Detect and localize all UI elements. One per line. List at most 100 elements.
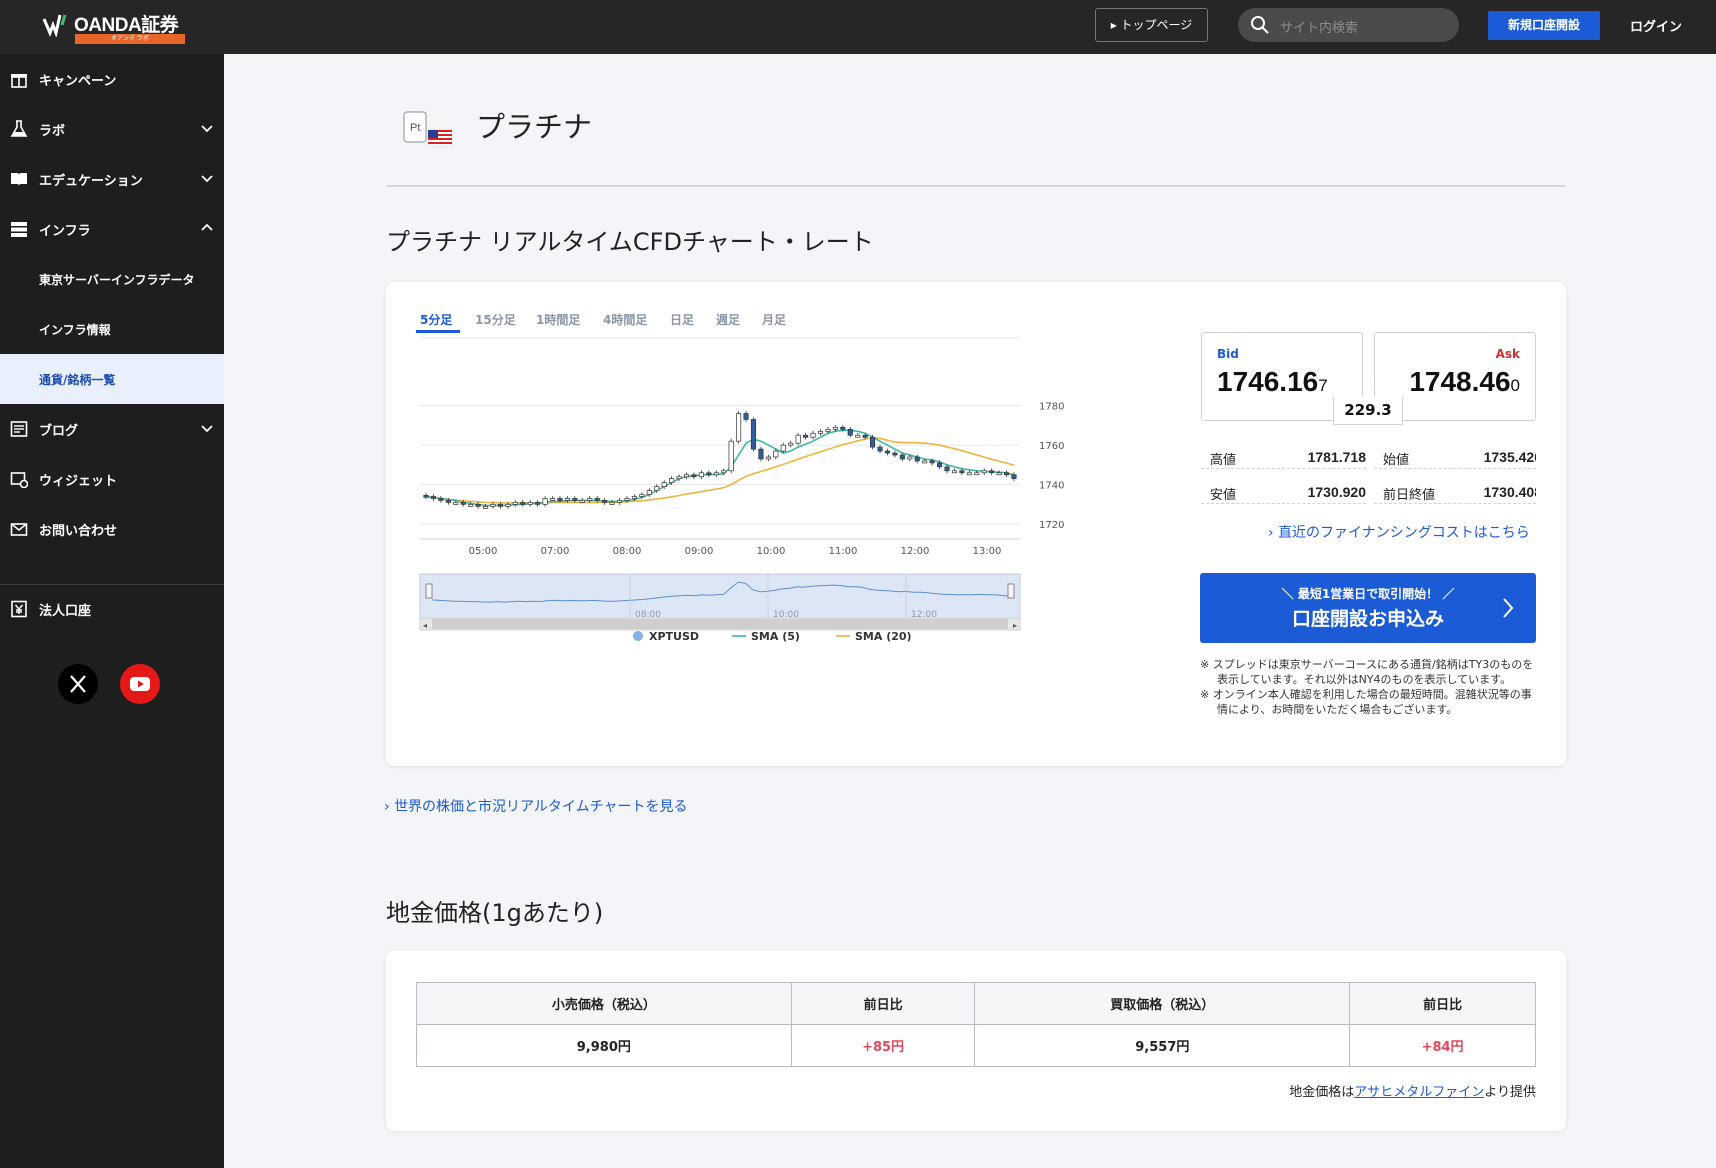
legend-label-xptusd: XPTUSD — [649, 630, 699, 643]
candle-body — [482, 506, 489, 509]
sidebar-item-contact[interactable]: お問い合わせ — [0, 504, 224, 554]
candle-body — [780, 444, 786, 452]
candle-body — [624, 498, 630, 501]
stat-open: 始値1735.420 — [1374, 447, 1536, 469]
sidebar-item-campaign[interactable]: キャンペーン — [0, 54, 224, 104]
sidebar-label: ウィジェット — [39, 474, 118, 489]
tab-weekly[interactable]: 週足 — [716, 311, 740, 328]
tab-5min[interactable]: 5分足 — [420, 311, 452, 328]
sidebar-label: キャンペーン — [39, 74, 117, 89]
search-icon — [1251, 16, 1269, 34]
cta-subtitle: ＼ 最短1営業日で取引開始！ ／ — [1281, 587, 1455, 601]
tab-daily[interactable]: 日足 — [670, 311, 694, 328]
candle-body — [884, 450, 891, 454]
candle-body — [512, 502, 518, 505]
site-search-input[interactable]: サイト内検索 — [1238, 8, 1459, 42]
asahi-metal-link[interactable]: アサヒメタルファイン — [1354, 1085, 1484, 1100]
logo-mark-icon — [42, 14, 67, 37]
header-buyback-change: 前日比 — [1349, 982, 1536, 1025]
candle-body — [825, 428, 831, 432]
sidebar-item-widget[interactable]: ウィジェット — [0, 454, 224, 504]
sidebar-item-blog[interactable]: ブログ — [0, 404, 224, 454]
sidebar-item-lab[interactable]: ラボ — [0, 104, 224, 154]
candle-body — [817, 430, 824, 434]
candle-body — [929, 460, 935, 464]
candle-body — [527, 502, 533, 505]
candle-body — [899, 454, 905, 460]
tab-1hour[interactable]: 1時間足 — [536, 311, 580, 328]
x-tick-label: 08:00 — [613, 546, 642, 557]
ask-price: 1748.460 — [1409, 366, 1520, 397]
retail-change: +85円 — [790, 1024, 976, 1067]
chevron-right-icon — [1503, 598, 1514, 618]
candle-body — [907, 456, 913, 460]
chevron-right-icon: › — [384, 799, 390, 815]
tab-15min[interactable]: 15分足 — [475, 311, 516, 328]
x-logo-icon — [70, 675, 86, 693]
buyback-change: +84円 — [1349, 1024, 1536, 1067]
sidebar-subitem-infra-info[interactable]: インフラ情報 — [0, 304, 224, 354]
sidebar-label: ラボ — [39, 124, 66, 139]
sidebar-item-corporate[interactable]: 法人口座 — [0, 584, 224, 634]
tab-monthly[interactable]: 月足 — [762, 311, 786, 328]
candle-body — [706, 472, 712, 476]
x-tick-label: 07:00 — [541, 546, 570, 557]
price-chart[interactable]: 1780 1760 1740 1720 05:00 07:00 08:00 09:00 10:0… — [410, 336, 1130, 716]
open-account-cta-button[interactable]: ＼ 最短1営業日で取引開始！ ／ 口座開設お申込み — [1200, 573, 1536, 643]
flask-icon — [10, 120, 28, 137]
note-spread: ※ スプレッドは東京サーバーコースにある通貨/銘柄はTY3のものを表示しています… — [1200, 658, 1534, 686]
candle-body — [691, 474, 697, 478]
header-retail: 小売価格（税込） — [416, 982, 792, 1025]
candle-body — [497, 504, 503, 507]
world-chart-link[interactable]: › 世界の株価と市況リアルタイムチャートを見る — [384, 796, 688, 816]
candle-body — [728, 440, 734, 472]
chart-section-title: プラチナ リアルタイムCFDチャート・レート — [386, 228, 874, 256]
candle-body — [654, 486, 660, 491]
x-twitter-icon[interactable] — [58, 664, 98, 704]
sidebar-item-infra[interactable]: インフラ — [0, 204, 224, 254]
candle-body — [616, 500, 623, 503]
retail-price: 9,980円 — [416, 1024, 792, 1067]
gift-icon — [11, 74, 27, 88]
candle-body — [974, 472, 980, 476]
sidebar-label: お問い合わせ — [39, 524, 118, 539]
top-page-button[interactable]: ▸ トップページ — [1095, 8, 1208, 42]
candle-body — [639, 494, 645, 497]
sidebar-item-education[interactable]: エデュケーション — [0, 154, 224, 204]
candle-body — [549, 498, 556, 501]
candle-body — [430, 496, 436, 499]
candle-body — [721, 470, 727, 474]
candle-body — [736, 413, 742, 442]
youtube-icon[interactable] — [120, 664, 160, 704]
chevron-down-icon — [201, 175, 213, 183]
candle-body — [661, 482, 667, 487]
candle-body — [460, 502, 466, 505]
sidebar-subitem-tokyo-server[interactable]: 東京サーバーインフラデータ — [0, 254, 224, 304]
ask-label: Ask — [1495, 347, 1520, 361]
sidebar-subitem-currency-list[interactable]: 通貨/銘柄一覧 — [0, 354, 224, 404]
candle-body — [594, 498, 600, 501]
sma5-line — [425, 429, 1015, 507]
new-account-button[interactable]: 新規口座開設 — [1488, 11, 1600, 40]
candle-body — [676, 476, 682, 480]
tab-4hour[interactable]: 4時間足 — [603, 311, 647, 328]
scrollbar-thumb — [432, 619, 1008, 629]
x-tick-label: 09:00 — [685, 546, 714, 557]
stat-high: 高値 1781.718 — [1201, 447, 1366, 469]
candle-body — [840, 426, 846, 430]
y-tick-label: 1740 — [1039, 481, 1064, 492]
financing-cost-link[interactable]: › 直近のファイナンシングコストはこちら — [1268, 522, 1530, 542]
login-link[interactable]: ログイン — [1630, 16, 1682, 35]
y-tick-label: 1720 — [1039, 520, 1064, 531]
server-icon — [11, 222, 27, 237]
chevron-up-icon — [201, 223, 213, 231]
candle-body — [468, 504, 474, 507]
oanda-logo[interactable]: OANDA証券 オアンダ ラボ — [42, 8, 192, 44]
candle-body — [572, 498, 578, 501]
x-tick-label: 11:00 — [829, 546, 858, 557]
sidebar-label: 法人口座 — [39, 604, 92, 619]
candle-body — [855, 434, 861, 438]
candle-body — [713, 472, 719, 476]
candle-body — [698, 472, 704, 478]
candle-body — [475, 504, 481, 507]
